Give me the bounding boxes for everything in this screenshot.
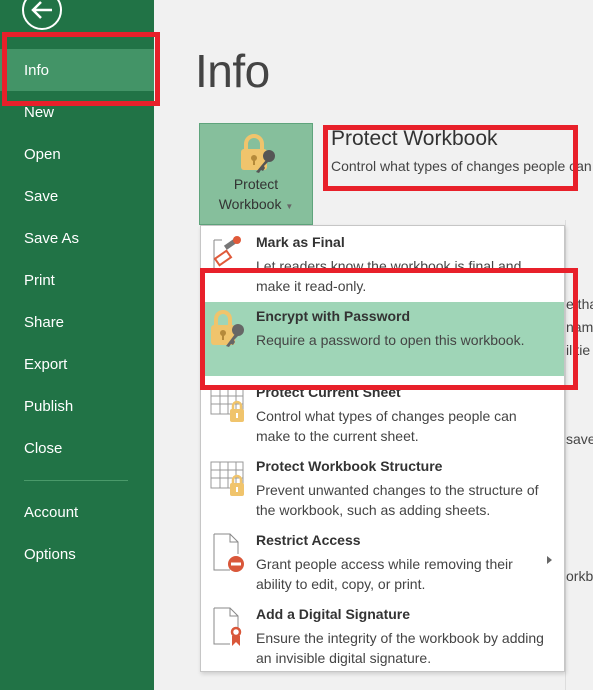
nav-save[interactable]: Save [0, 175, 154, 217]
annotation-box [200, 268, 578, 390]
menu-item-title: Mark as Final [256, 234, 345, 250]
nav-open[interactable]: Open [0, 133, 154, 175]
menu-item-add-digital-signature[interactable]: Add a Digital Signature Ensure the integ… [201, 600, 564, 672]
nav-account[interactable]: Account [0, 491, 154, 533]
protect-button-label-2: Workbook ▼ [218, 196, 294, 212]
menu-item-description: Grant people access while removing their… [256, 556, 513, 592]
page-title: Info [195, 45, 270, 97]
annotation-box [323, 125, 578, 191]
nav-publish[interactable]: Publish [0, 385, 154, 427]
background-text: saved [566, 431, 593, 447]
nav-save-as[interactable]: Save As [0, 217, 154, 259]
ribbon-icon [213, 607, 242, 646]
nav-export[interactable]: Export [0, 343, 154, 385]
lock-key-icon [241, 134, 275, 173]
submenu-arrow-icon [547, 556, 552, 564]
dropdown-caret-icon: ▼ [285, 202, 294, 211]
menu-item-description: Prevent unwanted changes to the structur… [256, 482, 539, 518]
menu-item-title: Restrict Access [256, 532, 361, 548]
menu-item-protect-workbook-structure[interactable]: Protect Workbook Structure Prevent unwan… [201, 452, 564, 524]
menu-item-restrict-access[interactable]: Restrict Access Grant people access whil… [201, 526, 564, 598]
protect-button-label-1: Protect [233, 176, 279, 192]
nav-options[interactable]: Options [0, 533, 154, 575]
annotation-box [2, 32, 160, 106]
sheet-lock-icon [210, 387, 244, 422]
menu-item-title: Add a Digital Signature [256, 606, 411, 622]
background-text: orkb [566, 568, 593, 584]
menu-item-description: Ensure the integrity of the workbook by … [256, 630, 544, 666]
menu-item-description: Control what types of changes people can… [256, 408, 517, 444]
nav-print[interactable]: Print [0, 259, 154, 301]
nav-share[interactable]: Share [0, 301, 154, 343]
workbook-lock-icon [210, 461, 244, 496]
nav-divider [24, 480, 128, 481]
restrict-icon [213, 533, 244, 572]
nav-close[interactable]: Close [0, 427, 154, 469]
protect-workbook-button[interactable]: Protect Workbook ▼ [199, 123, 313, 225]
back-button[interactable] [22, 0, 62, 30]
menu-item-title: Protect Workbook Structure [256, 458, 443, 474]
arrow-left-icon [31, 1, 52, 19]
